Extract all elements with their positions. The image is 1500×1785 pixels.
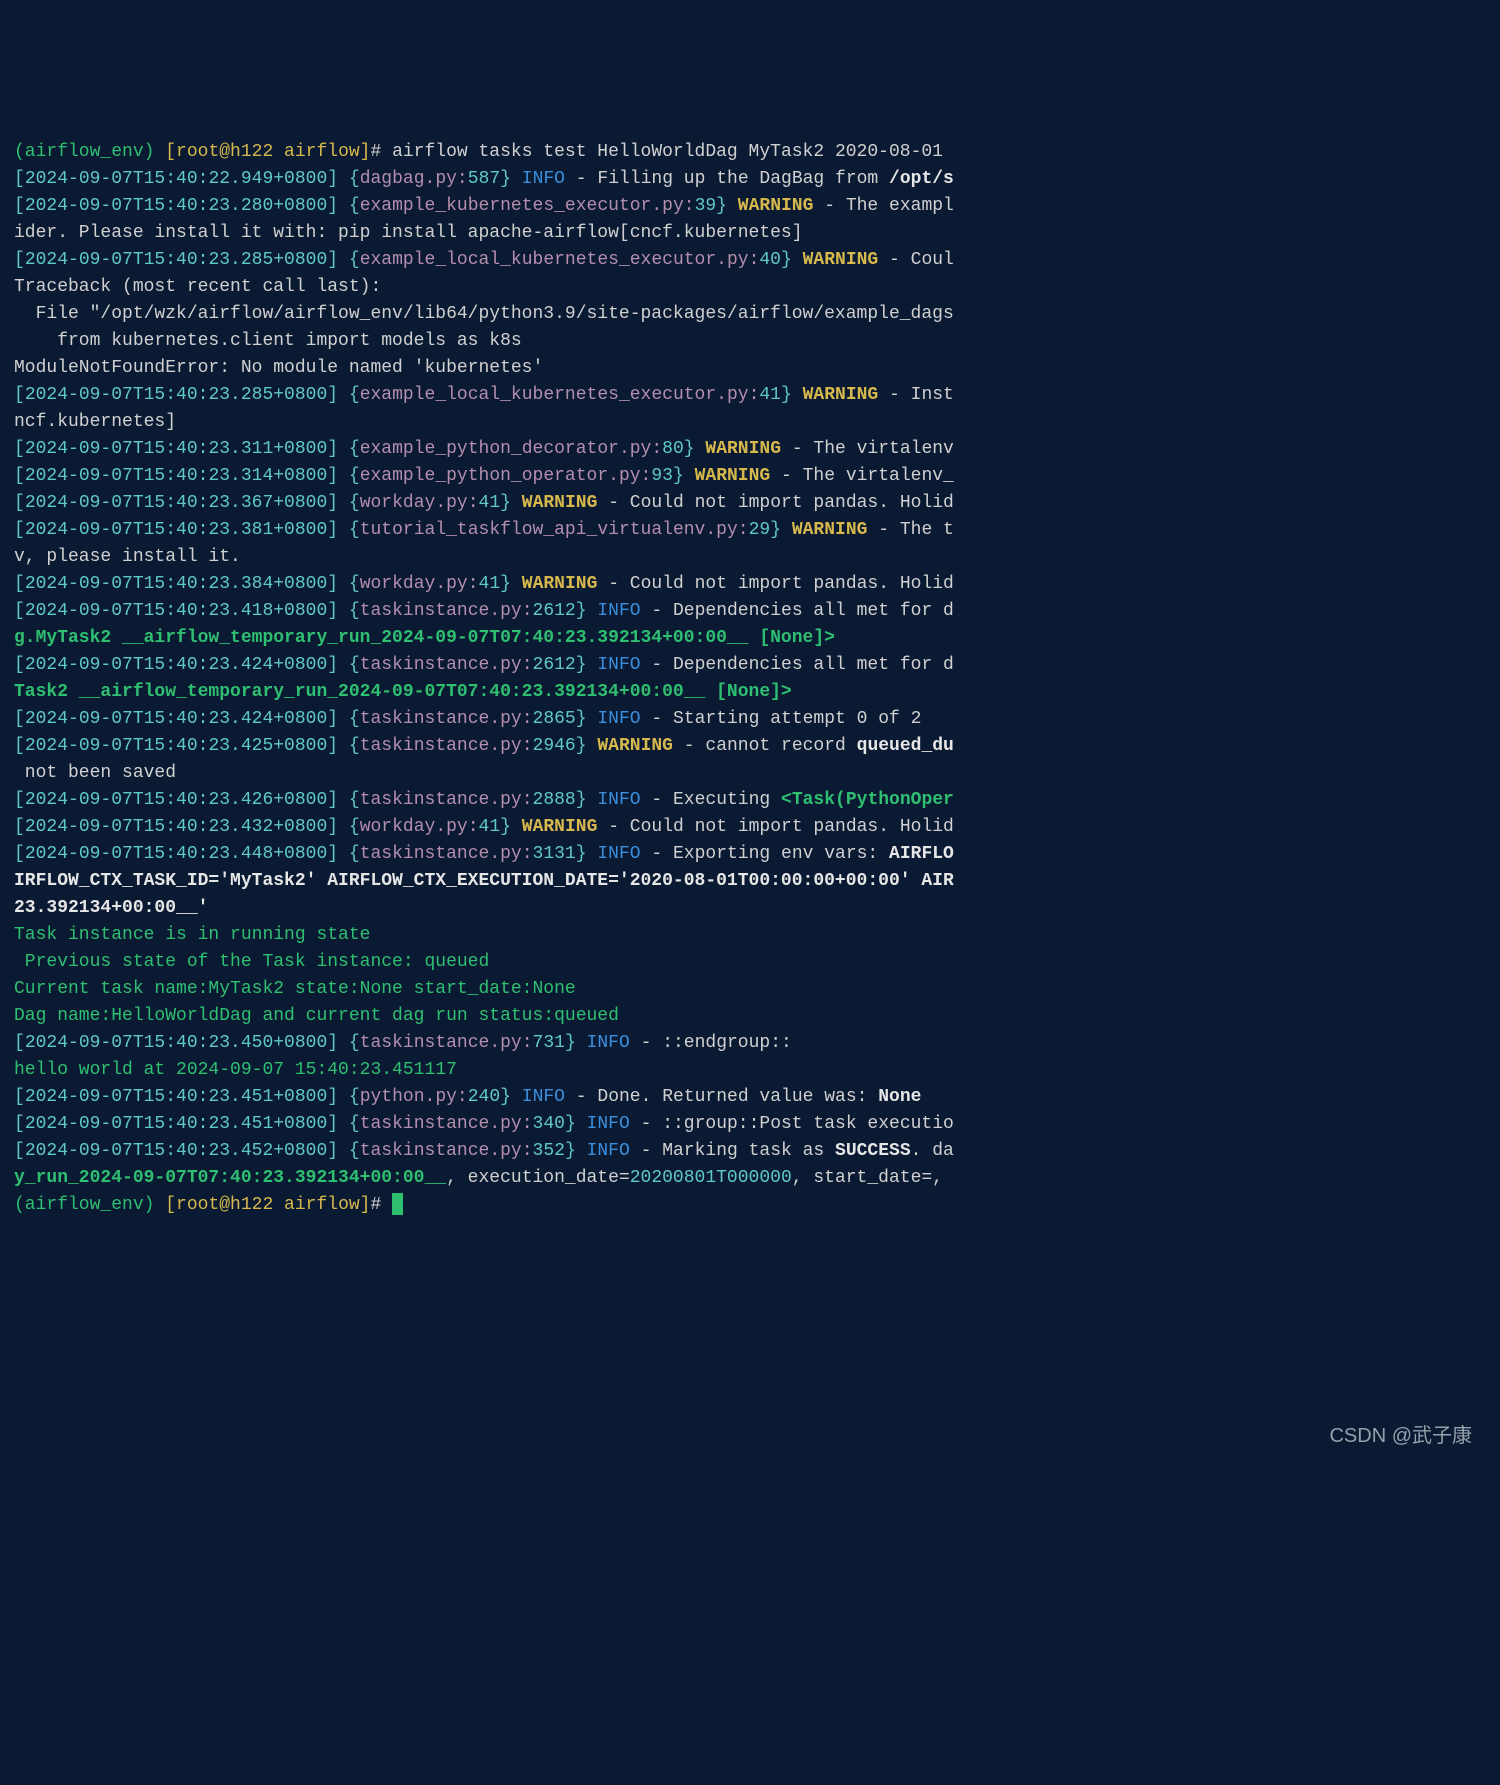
log-line: [2024-09-07T15:40:23.451+0800] {taskinst… [14, 1114, 954, 1134]
log-line: [2024-09-07T15:40:23.448+0800] {taskinst… [14, 844, 954, 864]
env-vars: 23.392134+00:00__' [14, 898, 208, 918]
task-prev-state: Previous state of the Task instance: que… [14, 952, 489, 972]
log-line: [2024-09-07T15:40:23.280+0800] {example_… [14, 196, 954, 216]
traceback-import: from kubernetes.client import models as … [14, 331, 522, 351]
prompt-venv: (airflow_env) [14, 142, 165, 162]
log-line: [2024-09-07T15:40:23.432+0800] {workday.… [14, 817, 954, 837]
log-line: [2024-09-07T15:40:23.367+0800] {workday.… [14, 493, 954, 513]
log-line: [2024-09-07T15:40:23.425+0800] {taskinst… [14, 736, 954, 756]
env-vars: IRFLOW_CTX_TASK_ID='MyTask2' AIRFLOW_CTX… [14, 871, 954, 891]
task-current: Current task name:MyTask2 state:None sta… [14, 979, 576, 999]
run-id: g.MyTask2 __airflow_temporary_run_2024-0… [14, 628, 835, 648]
log-line: [2024-09-07T15:40:23.314+0800] {example_… [14, 466, 954, 486]
log-line: [2024-09-07T15:40:23.311+0800] {example_… [14, 439, 954, 459]
log-line: [2024-09-07T15:40:23.418+0800] {taskinst… [14, 601, 954, 621]
log-line: [2024-09-07T15:40:23.285+0800] {example_… [14, 385, 954, 405]
log-line: [2024-09-07T15:40:23.424+0800] {taskinst… [14, 655, 954, 675]
log-line: v, please install it. [14, 547, 241, 567]
log-line: [2024-09-07T15:40:23.384+0800] {workday.… [14, 574, 954, 594]
prompt-user-host: [root@h122 airflow] [165, 142, 370, 162]
run-id: Task2 __airflow_temporary_run_2024-09-07… [14, 682, 792, 702]
log-line: [2024-09-07T15:40:23.426+0800] {taskinst… [14, 790, 954, 810]
dag-name: Dag name:HelloWorldDag and current dag r… [14, 1006, 619, 1026]
prompt-user-host: [root@h122 airflow] [165, 1195, 370, 1215]
log-line: y_run_2024-09-07T07:40:23.392134+00:00__… [14, 1168, 954, 1188]
log-line: not been saved [14, 763, 176, 783]
log-line: [2024-09-07T15:40:23.424+0800] {taskinst… [14, 709, 921, 729]
log-line: [2024-09-07T15:40:23.450+0800] {taskinst… [14, 1033, 792, 1053]
prompt-hash: # [370, 142, 392, 162]
terminal-output: (airflow_env) [root@h122 airflow]# airfl… [0, 135, 1500, 1596]
log-line: [2024-09-07T15:40:23.452+0800] {taskinst… [14, 1141, 954, 1161]
log-line: [2024-09-07T15:40:23.381+0800] {tutorial… [14, 520, 954, 540]
traceback-header: Traceback (most recent call last): [14, 277, 381, 297]
watermark: CSDN @武子康 [1329, 1421, 1472, 1451]
prompt-hash: # [370, 1195, 392, 1215]
log-line: ncf.kubernetes] [14, 412, 176, 432]
module-not-found: ModuleNotFoundError: No module named 'ku… [14, 358, 543, 378]
prompt-venv: (airflow_env) [14, 1195, 165, 1215]
log-line: [2024-09-07T15:40:22.949+0800] {dagbag.p… [14, 169, 954, 189]
log-line: ider. Please install it with: pip instal… [14, 223, 803, 243]
cursor-icon[interactable] [392, 1193, 403, 1215]
log-line: [2024-09-07T15:40:23.285+0800] {example_… [14, 250, 954, 270]
task-state: Task instance is in running state [14, 925, 370, 945]
traceback-file: File "/opt/wzk/airflow/airflow_env/lib64… [14, 304, 954, 324]
task-output: hello world at 2024-09-07 15:40:23.45111… [14, 1060, 457, 1080]
log-line: [2024-09-07T15:40:23.451+0800] {python.p… [14, 1087, 921, 1107]
prompt-command[interactable]: airflow tasks test HelloWorldDag MyTask2… [392, 142, 943, 162]
